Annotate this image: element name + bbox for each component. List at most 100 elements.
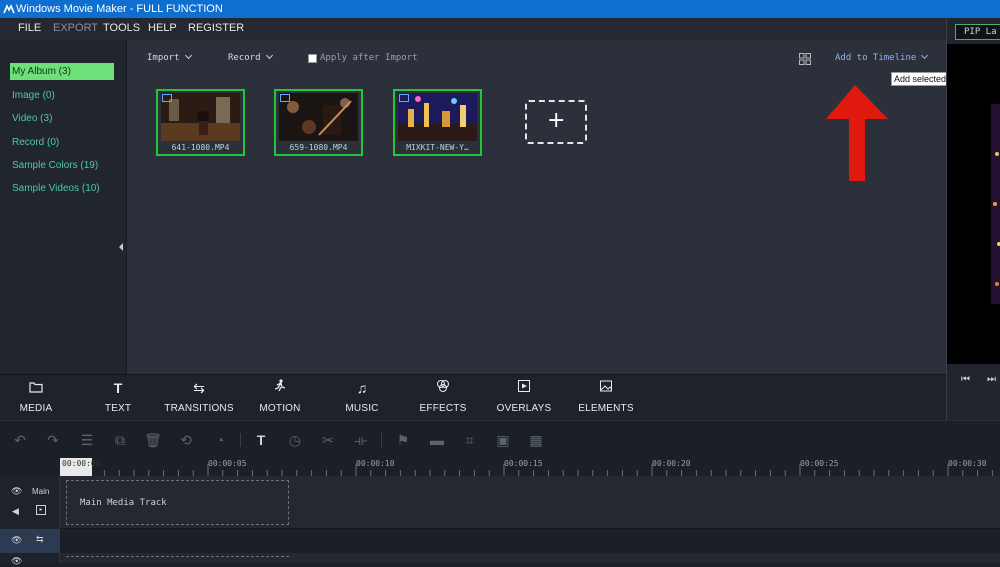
sidebar-item-video[interactable]: Video (3) bbox=[10, 110, 114, 127]
tab-label: TEXT bbox=[104, 403, 132, 414]
effects-icon bbox=[403, 379, 483, 397]
track-header-2: 👁 ⇆ bbox=[0, 529, 60, 553]
menu-export[interactable]: EXPORT bbox=[53, 22, 98, 34]
video-thumbnail bbox=[398, 93, 477, 141]
duration-icon[interactable]: ◷ bbox=[286, 431, 304, 449]
ruler-tick-label: 00:00:05 bbox=[208, 459, 247, 468]
overlays-icon bbox=[484, 379, 564, 397]
skip-forward-icon[interactable]: ⏭ bbox=[987, 374, 996, 385]
collapse-sidebar-icon[interactable] bbox=[119, 243, 123, 251]
red-arrow-icon bbox=[826, 85, 888, 181]
split-icon[interactable]: ⟛ bbox=[352, 431, 370, 449]
tab-music[interactable]: ♫ MUSIC bbox=[322, 379, 402, 414]
toolbar-divider bbox=[381, 433, 382, 447]
media-caption: 659-1080.MP4 bbox=[289, 143, 348, 152]
track-name: Main bbox=[32, 487, 50, 496]
media-item[interactable]: 659-1080.MP4 bbox=[274, 89, 363, 156]
track-settings-icon[interactable]: ▸ bbox=[36, 505, 46, 515]
edit-toolbar: ↶ ↷ ☰ ⧉ 🗑 ⟲ ◔ T ◷ ✂ ⟛ ⚑ ▬ ⌗ ▣ ▦ bbox=[0, 420, 1000, 458]
redo-icon[interactable]: ↷ bbox=[44, 431, 62, 449]
motion-icon bbox=[240, 379, 320, 397]
crop-icon[interactable]: ⌗ bbox=[461, 431, 479, 449]
folder-icon bbox=[0, 379, 76, 397]
skip-back-icon[interactable]: ⏮ bbox=[961, 374, 970, 385]
record-dropdown[interactable]: Record bbox=[228, 51, 273, 63]
rotate-icon[interactable]: ⟲ bbox=[177, 431, 195, 449]
grid-view-icon[interactable] bbox=[799, 53, 811, 65]
tab-label: TRANSITIONS bbox=[164, 403, 234, 414]
add-to-timeline-label: Add to Timeline bbox=[835, 53, 917, 63]
main-track-label: Main Media Track bbox=[80, 498, 167, 508]
video-thumbnail bbox=[161, 93, 240, 141]
plus-icon: + bbox=[547, 108, 566, 133]
chevron-down-icon bbox=[921, 51, 929, 60]
mosaic-icon[interactable]: ▣ bbox=[494, 431, 512, 449]
import-dropdown[interactable]: Import bbox=[147, 51, 192, 63]
media-sidebar: My Album (3) Image (0) Video (3) Record … bbox=[0, 40, 127, 374]
transition-track[interactable] bbox=[60, 529, 1000, 553]
tab-label: MUSIC bbox=[345, 403, 379, 414]
menu-help[interactable]: HELP bbox=[148, 22, 177, 34]
tab-label: EFFECTS bbox=[419, 403, 467, 414]
tab-label: OVERLAYS bbox=[496, 403, 552, 414]
tab-effects[interactable]: EFFECTS bbox=[403, 379, 483, 414]
cut-icon[interactable]: ✂ bbox=[319, 431, 337, 449]
speed-icon[interactable]: ◔ bbox=[211, 431, 229, 449]
tab-transitions[interactable]: ⇆ TRANSITIONS bbox=[159, 379, 239, 414]
video-badge-icon bbox=[162, 94, 172, 102]
eye-icon[interactable]: 👁 bbox=[11, 556, 22, 567]
media-caption: 641-1080.MP4 bbox=[171, 143, 230, 152]
sidebar-item-record[interactable]: Record (0) bbox=[10, 134, 114, 151]
tab-label: ELEMENTS bbox=[578, 403, 634, 414]
sidebar-item-sample-videos[interactable]: Sample Videos (10) bbox=[10, 180, 114, 197]
eye-icon[interactable]: 👁 bbox=[11, 535, 22, 546]
add-to-timeline-button[interactable]: Add to Timeline bbox=[835, 51, 929, 63]
timeline-ruler: 00:00:00 00:00:05 00:00:10 00:00:15 00:0… bbox=[0, 458, 1000, 476]
ruler-tick-label: 00:00:25 bbox=[800, 459, 839, 468]
sidebar-item-image[interactable]: Image (0) bbox=[10, 87, 114, 104]
transitions-icon: ⇆ bbox=[193, 380, 205, 396]
tab-label: MEDIA bbox=[19, 403, 53, 414]
feature-tabs: MEDIA T TEXT ⇆ TRANSITIONS MOTION ♫ MUSI… bbox=[0, 374, 946, 420]
copy-icon[interactable]: ⧉ bbox=[111, 431, 129, 449]
overlay-track-dropzone[interactable] bbox=[66, 556, 289, 566]
ruler-tick-label: 00:00:20 bbox=[652, 459, 691, 468]
menu-file[interactable]: FILE bbox=[18, 22, 41, 34]
motion-tool-icon[interactable]: ⚑ bbox=[394, 431, 412, 449]
eye-icon[interactable]: 👁 bbox=[11, 486, 22, 497]
pip-layout-button[interactable]: PIP La bbox=[955, 24, 1000, 40]
tab-overlays[interactable]: OVERLAYS bbox=[484, 379, 564, 414]
menu-tools[interactable]: TOOLS bbox=[103, 22, 140, 34]
video-badge-icon bbox=[280, 94, 290, 102]
text-icon: T bbox=[113, 380, 123, 396]
tab-label: MOTION bbox=[259, 403, 301, 414]
video-thumbnail bbox=[279, 93, 358, 141]
transition-track-icon: ⇆ bbox=[36, 534, 44, 544]
apply-after-import-checkbox[interactable] bbox=[308, 54, 317, 63]
add-media-button[interactable]: + bbox=[525, 100, 587, 144]
app-logo-icon bbox=[3, 4, 15, 14]
media-item[interactable]: MIXKIT-NEW-Y… bbox=[393, 89, 482, 156]
speaker-icon[interactable]: ◀ bbox=[12, 506, 19, 517]
undo-icon[interactable]: ↶ bbox=[11, 431, 29, 449]
media-item[interactable]: 641-1080.MP4 bbox=[156, 89, 245, 156]
delete-icon[interactable]: 🗑 bbox=[144, 431, 162, 449]
import-label: Import bbox=[147, 53, 180, 63]
text-tool-icon[interactable]: T bbox=[252, 431, 270, 449]
toolbar-divider bbox=[240, 433, 241, 447]
tab-text[interactable]: T TEXT bbox=[78, 379, 158, 414]
tab-media[interactable]: MEDIA bbox=[0, 379, 76, 414]
grid-tool-icon[interactable]: ▦ bbox=[527, 431, 545, 449]
menu-register[interactable]: REGISTER bbox=[188, 22, 244, 34]
sidebar-item-sample-colors[interactable]: Sample Colors (19) bbox=[10, 157, 114, 174]
tab-elements[interactable]: ELEMENTS bbox=[566, 379, 646, 414]
chevron-down-icon bbox=[265, 51, 273, 60]
ruler-gutter bbox=[0, 458, 60, 476]
caption-icon[interactable]: ▬ bbox=[428, 431, 446, 449]
ruler-tick-label: 00:00:10 bbox=[356, 459, 395, 468]
preview-panel: PIP La ⏮ ⏭ bbox=[946, 18, 1000, 420]
sidebar-item-my-album[interactable]: My Album (3) bbox=[10, 63, 114, 80]
ruler-tick-label: 00:00:15 bbox=[504, 459, 543, 468]
tab-motion[interactable]: MOTION bbox=[240, 379, 320, 414]
adjust-icon[interactable]: ☰ bbox=[78, 431, 96, 449]
